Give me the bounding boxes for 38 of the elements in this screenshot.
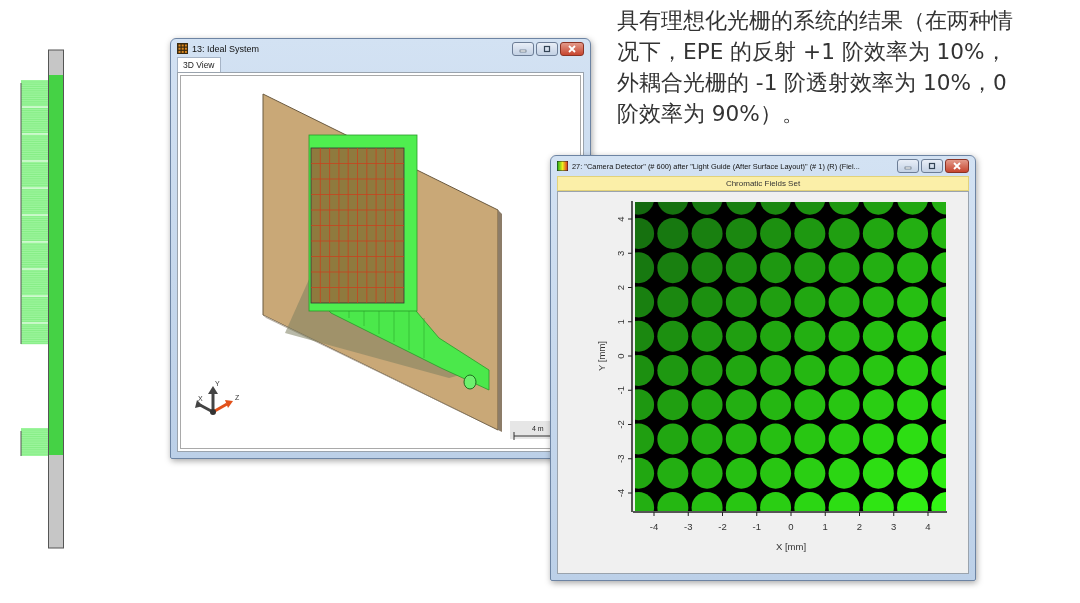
tick-label: -3	[684, 521, 693, 532]
tick-label: 2	[856, 521, 863, 532]
tick-label: -1	[752, 521, 761, 532]
tick-label: 2	[615, 284, 626, 291]
tick-label: 0	[615, 353, 626, 359]
maximize-button[interactable]	[536, 42, 558, 56]
tick-label: 0	[788, 521, 794, 532]
tick-label: 1	[615, 319, 626, 325]
maximize-icon	[927, 162, 937, 170]
minimize-button[interactable]	[512, 42, 534, 56]
close-button[interactable]	[560, 42, 584, 56]
caption-paragraph: 具有理想化光栅的系统的结果（在两种情 况下，EPE 的反射 +1 阶效率为 10%， 外耦合光栅的 -1 阶透射效率为 10%，0 阶效率为 90%）。	[617, 7, 1013, 128]
banner-label: Chromatic Fields Set	[557, 176, 969, 191]
tick-label: -4	[615, 488, 626, 498]
detector-icon	[557, 161, 568, 171]
tick-label: -2	[718, 521, 727, 532]
maximize-button[interactable]	[921, 159, 943, 173]
tick-label: -2	[615, 420, 626, 429]
tick-label: 3	[615, 250, 626, 256]
minimize-button[interactable]	[897, 159, 919, 173]
tick-label: -1	[615, 386, 626, 395]
axis-triad-icon	[195, 386, 233, 415]
axis-title: Y [mm]	[596, 341, 607, 371]
tick-label: 3	[891, 521, 897, 532]
tick-label: 1	[822, 521, 828, 532]
axis-title: X [mm]	[775, 541, 807, 552]
close-icon	[567, 45, 577, 53]
close-icon	[952, 162, 962, 170]
tick-label: 4	[615, 216, 626, 222]
app-icon	[177, 43, 188, 54]
scale-bar-icon	[513, 431, 552, 441]
tick-label: -4	[649, 521, 659, 532]
view-tab[interactable]: 3D View	[177, 57, 221, 72]
close-button[interactable]	[945, 159, 969, 173]
tick-label: 4	[925, 521, 931, 532]
window-title: 13: Ideal System	[192, 43, 261, 54]
tick-label: -3	[615, 454, 626, 463]
maximize-icon	[542, 45, 552, 53]
